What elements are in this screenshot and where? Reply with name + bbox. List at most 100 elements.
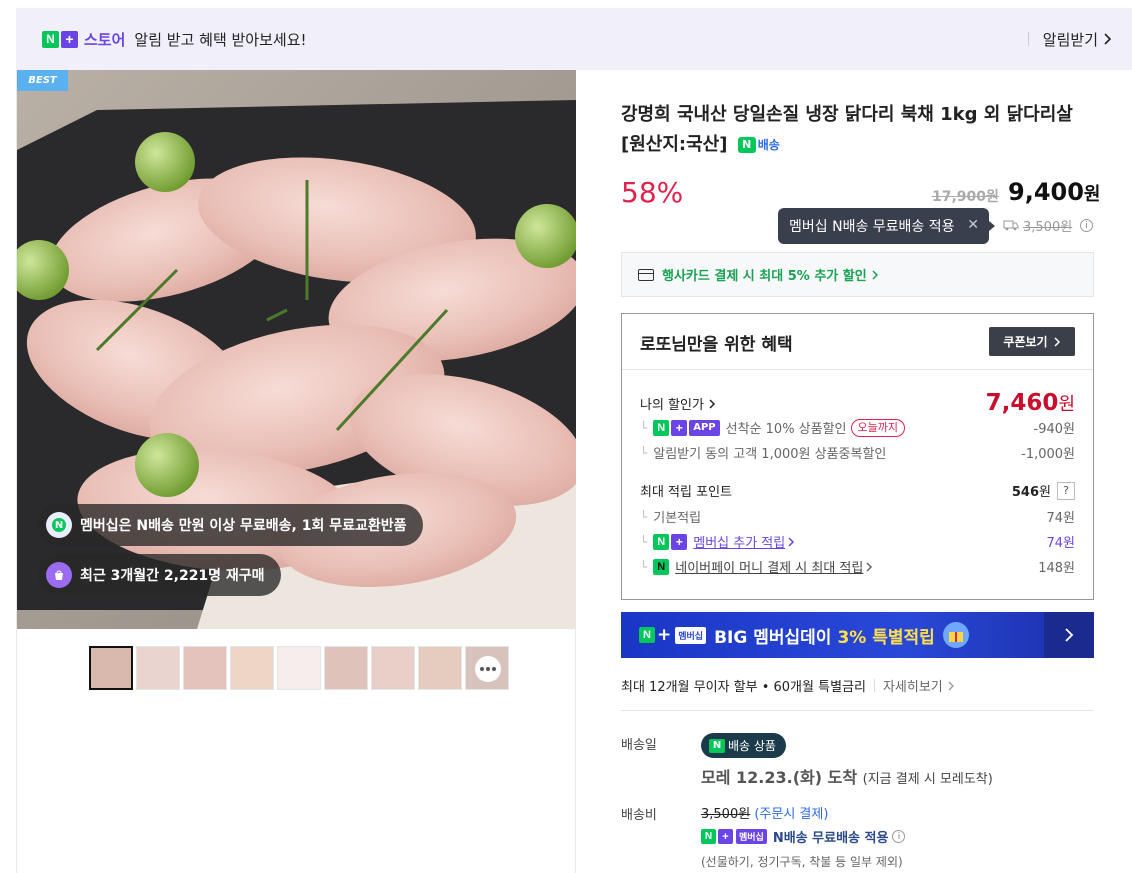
my-discount-label[interactable]: 나의 할인가 bbox=[640, 394, 716, 413]
delivery-badge: N 배송 상품 bbox=[701, 733, 786, 758]
chevron-right-icon bbox=[1054, 336, 1060, 347]
naver-n-icon: N bbox=[639, 627, 655, 643]
n-delivery-badge-text: 배송 bbox=[757, 138, 780, 152]
thumbnail[interactable] bbox=[418, 646, 462, 690]
thumbnail[interactable] bbox=[324, 646, 368, 690]
more-icon bbox=[475, 656, 501, 682]
exclude-note: (선물하기, 정기구독, 착불 등 일부 제외) bbox=[701, 855, 903, 869]
thumbnail[interactable] bbox=[230, 646, 274, 690]
delivery-fee: 3,500원 (주문시 결제) bbox=[701, 803, 828, 822]
free-shipping-text: N배송 무료배송 적용 bbox=[772, 831, 889, 846]
notify-button[interactable]: 알림받기 bbox=[1027, 8, 1112, 70]
basic-points-row: └ 기본적립 74원 bbox=[640, 507, 1075, 527]
help-icon[interactable]: ? bbox=[1057, 481, 1075, 500]
plus-icon: + bbox=[671, 533, 688, 550]
notify-discount-label: 알림받기 동의 고객 1,000원 상품중복할인 bbox=[653, 447, 887, 462]
naverpay-icon: N bbox=[653, 558, 670, 575]
shopping-bag-icon bbox=[46, 562, 72, 588]
shipping-fee-label: 배송비 bbox=[621, 808, 657, 823]
notify-label: 알림받기 bbox=[1042, 30, 1098, 49]
membership-tag: 멤버십 bbox=[675, 626, 707, 644]
benefit-heading: 로또님만을 위한 혜택 bbox=[640, 335, 793, 355]
installment-text: 최대 12개월 무이자 할부 • 60개월 특별금리 bbox=[621, 680, 866, 695]
n-delivery-badge: N 배송 bbox=[737, 130, 780, 160]
membership-pill-text: 멤버십은 N배송 만원 이상 무료배송, 1회 무료교환반품 bbox=[80, 518, 407, 534]
plus-icon: + bbox=[657, 625, 672, 645]
store-label: 스토어 bbox=[84, 30, 126, 49]
first-come-value: -940원 bbox=[1033, 422, 1075, 437]
best-badge: BEST bbox=[17, 70, 68, 91]
today-badge: 오늘까지 bbox=[850, 418, 906, 437]
banner-arrow bbox=[1044, 612, 1094, 658]
membership-points-value: 74원 bbox=[1046, 536, 1075, 551]
naverpay-points-value: 148원 bbox=[1038, 561, 1075, 576]
info-icon[interactable]: i bbox=[1080, 219, 1094, 232]
banner-highlight: 3% 특별적립 bbox=[837, 627, 935, 648]
points-label: 최대 적립 포인트 bbox=[640, 485, 732, 500]
sale-price-value: 9,400 bbox=[1008, 178, 1084, 206]
chevron-right-icon bbox=[1104, 33, 1112, 45]
arrival-main: 모레 12.23.(화) 도착 bbox=[701, 768, 858, 787]
chevron-right-icon bbox=[709, 398, 716, 409]
chevron-right-icon bbox=[1065, 628, 1074, 642]
notification-bar: N + 스토어 알림 받고 혜택 받아보세요! 알림받기 bbox=[16, 8, 1132, 70]
thumbnail-strip bbox=[89, 646, 509, 690]
thumbnail[interactable] bbox=[183, 646, 227, 690]
basic-points-value: 74원 bbox=[1046, 511, 1075, 526]
thumbnail-more[interactable] bbox=[465, 646, 509, 690]
info-icon[interactable]: i bbox=[892, 830, 906, 843]
delivery-fee-strike: 3,500원 bbox=[701, 807, 751, 822]
thumbnail[interactable] bbox=[277, 646, 321, 690]
membership-day-banner[interactable]: N + 멤버십 BIG 멤버십데이 3% 특별적립 bbox=[621, 612, 1094, 658]
delivery-badge-text: 배송 상품 bbox=[728, 739, 776, 753]
sale-price: 9,400원 bbox=[1008, 178, 1100, 206]
naverpay-points-row: └ N 네이버페이 머니 결제 시 최대 적립 148원 bbox=[640, 557, 1075, 576]
chevron-right-icon bbox=[872, 269, 878, 280]
first-come-label: 선착순 10% 상품할인 bbox=[725, 422, 847, 437]
product-title: 강명희 국내산 당일손질 냉장 닭다리 북채 1kg 외 닭다리살 [원산지:국… bbox=[621, 100, 1091, 160]
repurchase-pill: 최근 3개월간 2,221명 재구매 bbox=[38, 554, 281, 596]
my-discount-value: 7,460원 bbox=[985, 390, 1075, 416]
credit-card-icon bbox=[638, 268, 654, 281]
truck-icon bbox=[1003, 220, 1019, 231]
installment-more-link[interactable]: 자세히보기 bbox=[883, 676, 943, 695]
card-promo[interactable]: 행사카드 결제 시 최대 5% 추가 할인 bbox=[621, 252, 1094, 297]
plus-icon: + bbox=[671, 419, 688, 436]
free-shipping-tooltip: 멤버십 N배송 무료배송 적용 ✕ bbox=[778, 208, 995, 244]
discount-rate: 58% bbox=[621, 176, 684, 209]
arrival-date: 모레 12.23.(화) 도착 (지금 결제 시 모레도착) bbox=[701, 764, 993, 788]
banner-text: BIG 멤버십데이 bbox=[714, 627, 832, 648]
plus-icon: + bbox=[718, 829, 733, 844]
thumbnail[interactable] bbox=[371, 646, 415, 690]
tooltip-text: 멤버십 N배송 무료배송 적용 bbox=[789, 219, 955, 235]
membership-points-row: └ N + 멤버십 추가 적립 74원 bbox=[640, 532, 1075, 551]
product-photo[interactable]: BEST N 멤버십은 N배송 만원 이상 무료배송, 1회 무료교환반품 최근… bbox=[17, 70, 576, 629]
naver-plus-store-logo: N + 스토어 bbox=[42, 29, 125, 50]
naver-n-icon: N bbox=[701, 829, 716, 844]
membership-tag-small: 멤버십 bbox=[736, 829, 767, 844]
sale-price-unit: 원 bbox=[1083, 184, 1101, 205]
arrival-sub: (지금 결제 시 모레도착) bbox=[862, 772, 993, 787]
thumbnail[interactable] bbox=[89, 646, 133, 690]
app-badge: APP bbox=[689, 419, 720, 436]
shipping-fee-strike: 3,500원 bbox=[1023, 220, 1073, 235]
n-free-shipping: N + 멤버십 N배송 무료배송 적용 i bbox=[701, 827, 906, 846]
points-row: 최대 적립 포인트 546원 ? bbox=[640, 481, 1075, 500]
thumbnail[interactable] bbox=[136, 646, 180, 690]
notification-message: 알림 받고 혜택 받아보세요! bbox=[134, 30, 307, 49]
delivery-fee-note: (주문시 결제) bbox=[754, 807, 829, 822]
n-delivery-icon: N bbox=[46, 512, 72, 538]
basic-points-label: 기본적립 bbox=[653, 511, 702, 526]
installment-row: 최대 12개월 무이자 할부 • 60개월 특별금리 자세히보기 bbox=[621, 676, 955, 695]
chevron-right-icon bbox=[948, 681, 954, 690]
close-icon[interactable]: ✕ bbox=[967, 217, 979, 233]
repurchase-pill-text: 최근 3개월간 2,221명 재구매 bbox=[80, 568, 265, 584]
delivery-date-label: 배송일 bbox=[621, 738, 657, 753]
chevron-right-icon bbox=[788, 536, 795, 547]
naverpay-link[interactable]: 네이버페이 머니 결제 시 최대 적립 bbox=[675, 557, 863, 576]
coupon-button[interactable]: 쿠폰보기 bbox=[989, 327, 1075, 356]
benefit-box: 로또님만을 위한 혜택 쿠폰보기 나의 할인가 7,460원 └ N + APP… bbox=[621, 313, 1094, 600]
membership-points-link[interactable]: 멤버십 추가 적립 bbox=[693, 532, 785, 551]
notify-discount-value: -1,000원 bbox=[1021, 447, 1075, 462]
card-promo-text: 행사카드 결제 시 최대 5% 추가 할인 bbox=[662, 269, 867, 284]
